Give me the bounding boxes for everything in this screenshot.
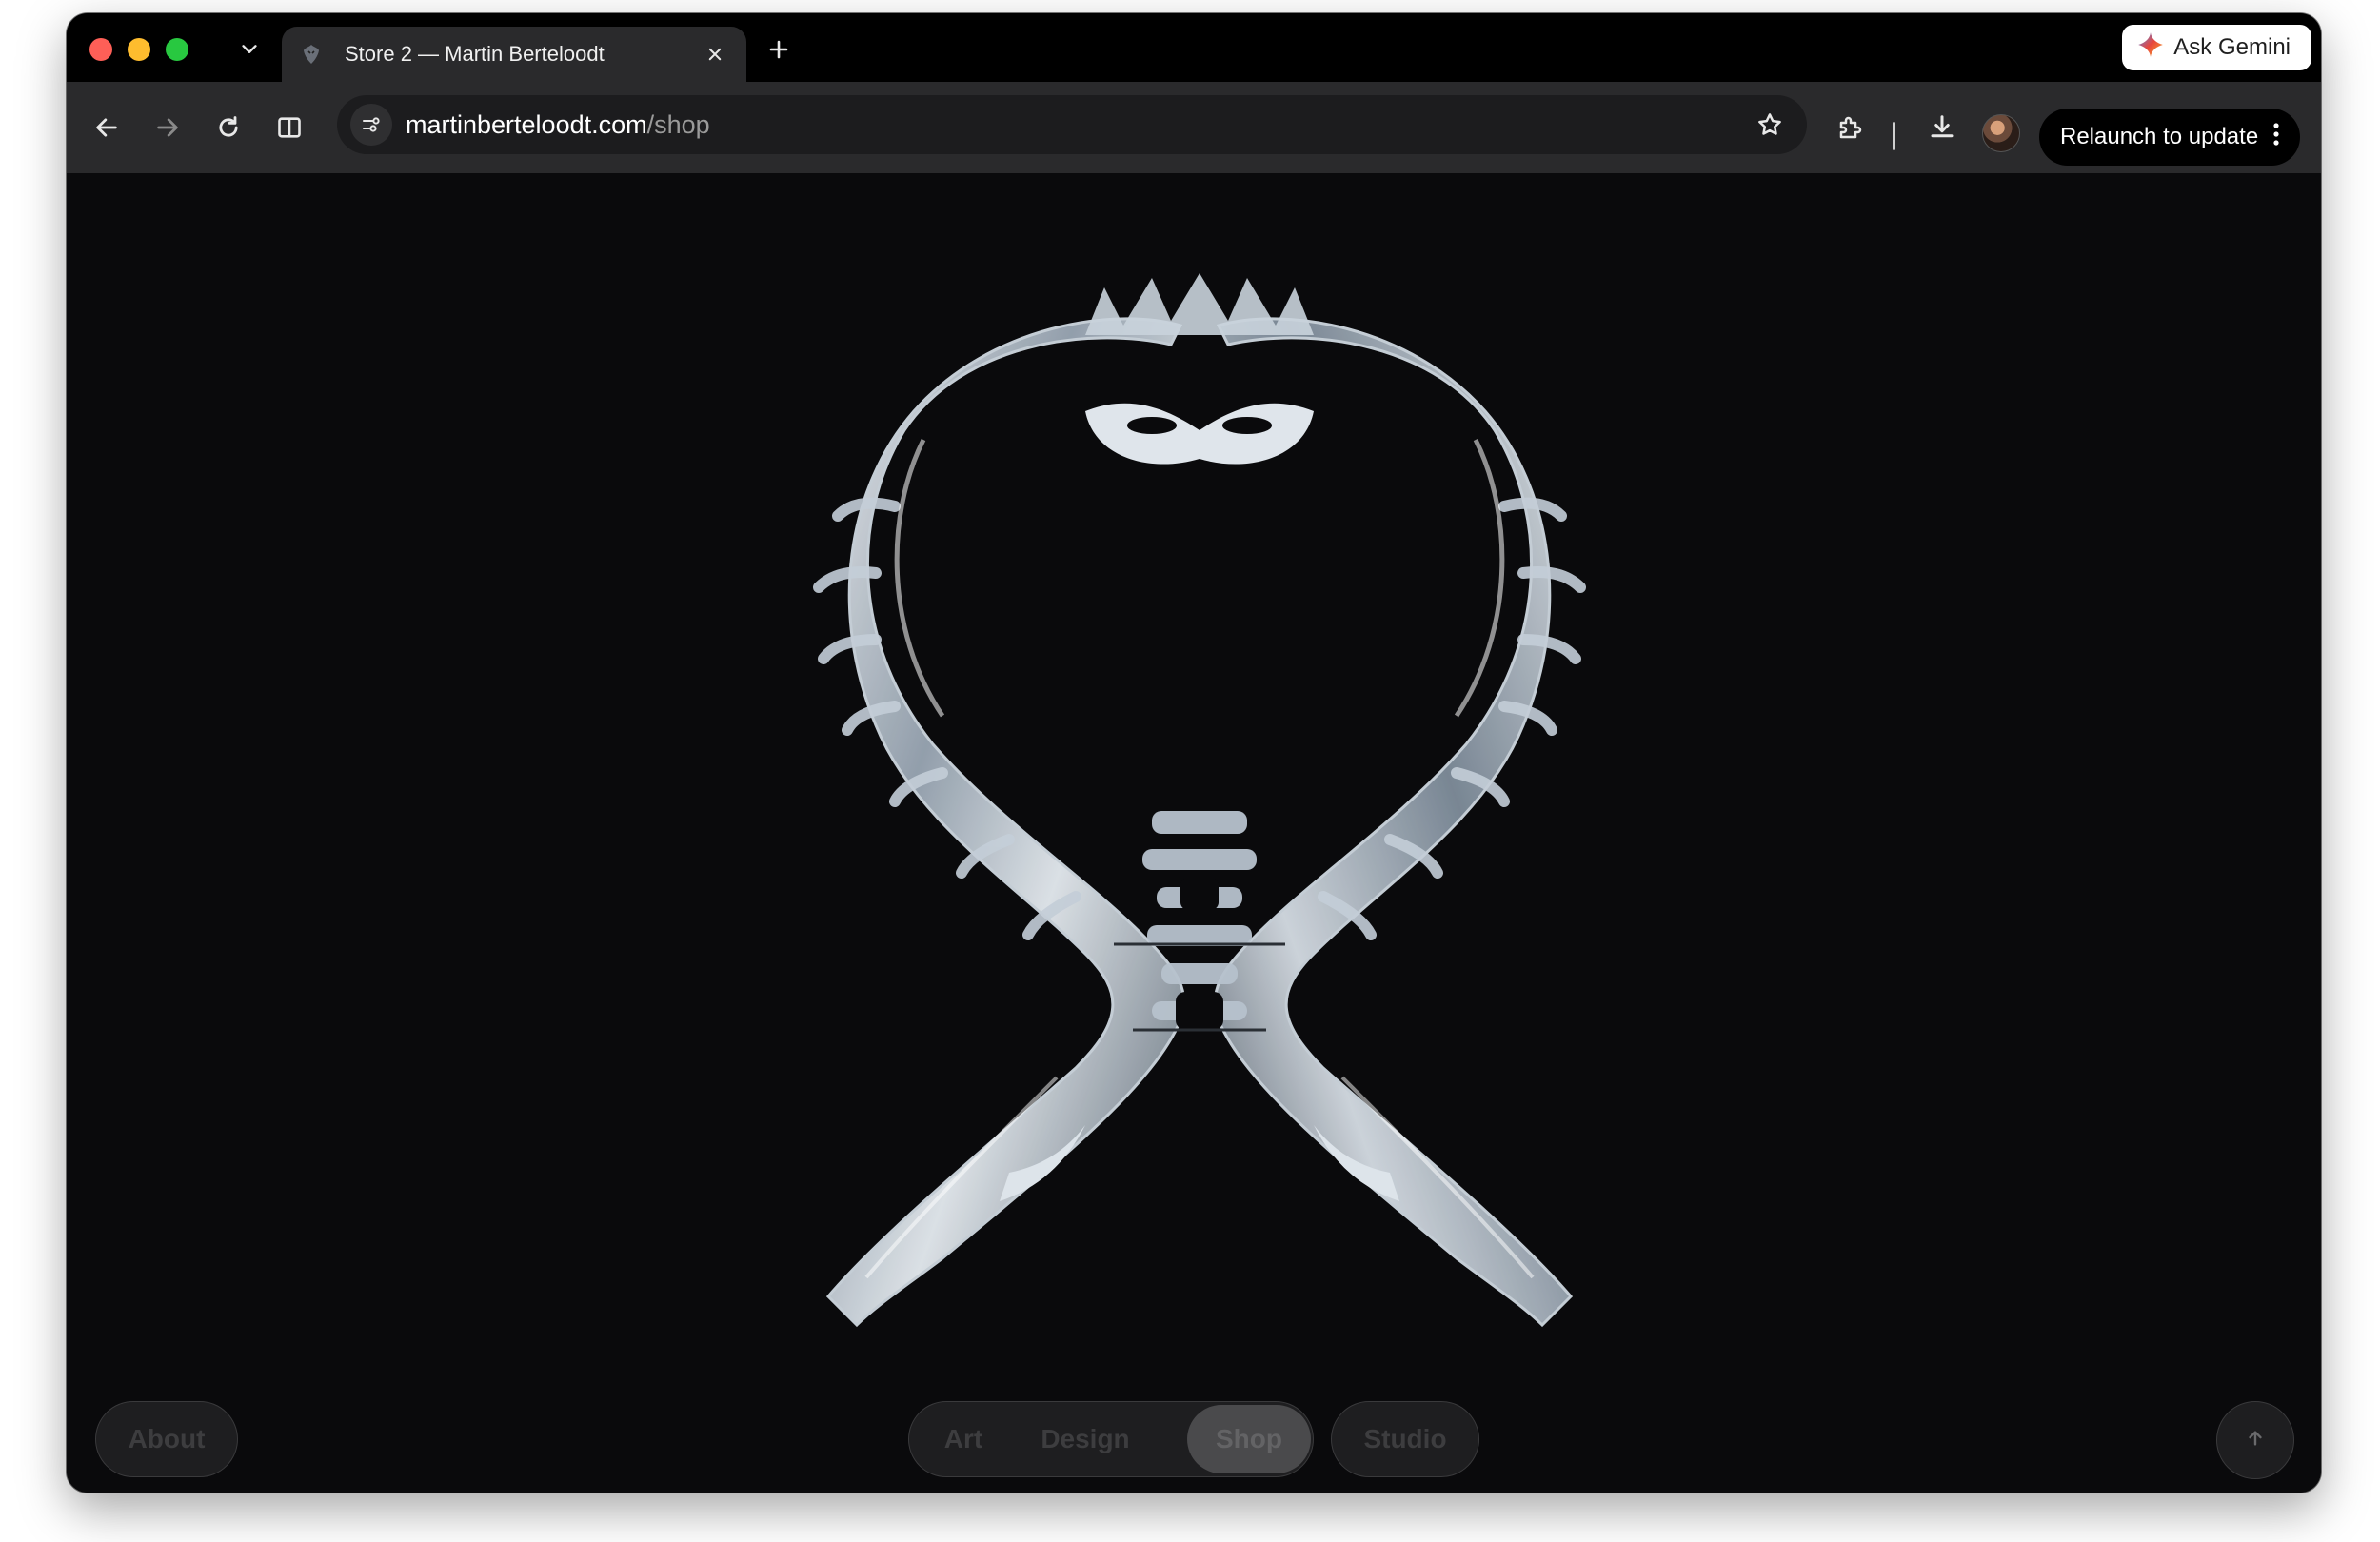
- close-window-button[interactable]: [89, 38, 112, 61]
- toolbar-divider: [1893, 122, 1895, 150]
- kebab-menu-icon[interactable]: [2271, 121, 2281, 154]
- nav-item-art[interactable]: Art: [921, 1402, 1006, 1476]
- about-button[interactable]: About: [95, 1401, 238, 1477]
- vampire-logo-icon: [299, 42, 324, 67]
- url-text[interactable]: martinberteloodt.com/shop: [406, 110, 710, 140]
- avatar[interactable]: [1982, 114, 2020, 152]
- back-arrow-icon[interactable]: [86, 107, 128, 148]
- download-icon[interactable]: [1921, 107, 1963, 148]
- ask-gemini-button[interactable]: Ask Gemini: [2122, 25, 2311, 70]
- site-info-icon[interactable]: [350, 104, 392, 146]
- ask-gemini-label: Ask Gemini: [2173, 34, 2291, 60]
- address-bar[interactable]: martinberteloodt.com/shop: [337, 95, 1807, 154]
- plus-icon[interactable]: [760, 30, 798, 69]
- reload-icon[interactable]: [208, 107, 249, 148]
- minimize-window-button[interactable]: [128, 38, 150, 61]
- relaunch-button[interactable]: Relaunch to update: [2039, 109, 2301, 166]
- main-nav: Art Design Shop: [908, 1401, 1314, 1477]
- close-icon[interactable]: [701, 40, 729, 69]
- maximize-window-button[interactable]: [166, 38, 188, 61]
- extensions-icon[interactable]: [1830, 107, 1872, 148]
- arrow-up-icon: [2245, 1428, 2266, 1453]
- tab-strip: Store 2 — Martin Berteloodt Ask Gemini: [67, 13, 2321, 82]
- browser-tab[interactable]: Store 2 — Martin Berteloodt: [282, 27, 746, 82]
- scroll-to-top-button[interactable]: [2216, 1401, 2294, 1479]
- tab-title: Store 2 — Martin Berteloodt: [345, 42, 605, 66]
- split-view-icon[interactable]: [268, 107, 310, 148]
- url-path: /shop: [646, 109, 710, 139]
- star-icon[interactable]: [1750, 105, 1790, 145]
- browser-toolbar: martinberteloodt.com/shop Relaunch to up…: [67, 82, 2321, 174]
- nav-item-design[interactable]: Design: [1014, 1402, 1157, 1476]
- forward-arrow-icon[interactable]: [147, 107, 188, 148]
- relaunch-label: Relaunch to update: [2060, 124, 2259, 149]
- nav-item-shop[interactable]: Shop: [1187, 1405, 1311, 1473]
- studio-button[interactable]: Studio: [1331, 1401, 1479, 1477]
- page-content: About Art Design Shop Studio: [67, 173, 2321, 1493]
- crystal-ribbon-sculpture: [813, 273, 1586, 1328]
- gemini-sparkle-icon: [2137, 31, 2164, 65]
- browser-window: Store 2 — Martin Berteloodt Ask Gemini m…: [67, 13, 2321, 1493]
- chevron-down-icon[interactable]: [230, 32, 268, 67]
- url-domain: martinberteloodt.com: [406, 109, 647, 139]
